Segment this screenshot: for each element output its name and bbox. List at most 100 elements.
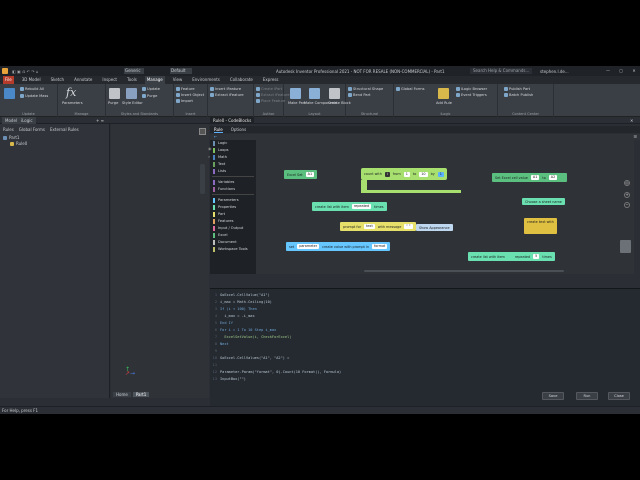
category-text[interactable]: Text (213, 161, 225, 167)
quick-access-select[interactable]: Generic (124, 68, 144, 74)
block-create-text-with[interactable]: create text with (524, 218, 557, 234)
set-param-name[interactable]: parameter (297, 244, 320, 249)
help-search-input[interactable]: Search Help & Commands... (470, 68, 532, 74)
styles-update-button[interactable]: Update (142, 87, 160, 91)
category-variables[interactable]: Variables (213, 179, 234, 185)
prompt-text-input[interactable]: text (364, 224, 375, 229)
update-mass-button[interactable]: Update Mass (20, 94, 48, 98)
style-editor-button[interactable]: Style Editor (122, 101, 143, 105)
editor-close-icon[interactable]: ✕ (630, 118, 633, 123)
block-count-with[interactable]: count with i from 1 to 10 by 1 (361, 168, 447, 180)
viewport-tab-home[interactable]: Home (113, 392, 131, 397)
ribbon-tab-express[interactable]: Express (261, 76, 281, 84)
event-triggers-button[interactable]: Event Triggers (456, 93, 487, 97)
user-name[interactable]: stephen.l.de... (540, 69, 569, 74)
add-rule-icon[interactable] (438, 88, 449, 99)
set-param-format[interactable]: format (372, 244, 388, 249)
purge-button[interactable]: Purge (108, 101, 118, 105)
create-ipart-button[interactable]: Create iPart (256, 87, 282, 91)
close-button[interactable]: Close (608, 392, 630, 400)
app-logo-icon[interactable] (2, 68, 8, 74)
category-logic[interactable]: Logic (213, 140, 227, 146)
window-controls-icon[interactable]: — ▢ ✕ (606, 68, 640, 73)
block-create-list-2[interactable]: create list with item repeated 5 times (468, 252, 555, 261)
browser-item-part[interactable]: Part1 (3, 135, 19, 140)
ribbon-tab-sketch[interactable]: Sketch (49, 76, 66, 84)
editor-tab-options[interactable]: Options (231, 126, 246, 133)
block-set-excel-cell[interactable]: Set Excel cell value A1 to A2 (492, 173, 568, 182)
by-value[interactable]: 1 (437, 171, 444, 177)
category-math[interactable]: Math (213, 154, 227, 160)
generated-code-panel[interactable]: 1 GoExcel.CellValue("A1") 2 i_max = Math.C… (210, 288, 640, 406)
rule-tree-icon[interactable]: ◉ (208, 146, 212, 151)
category-excel[interactable]: Excel (213, 232, 228, 238)
blocks-workspace[interactable]: Excel Set A1 count with i from 1 to 10 by 1 Set … (256, 140, 634, 274)
fx-icon[interactable]: fx (66, 86, 76, 99)
ribbon-tab-collaborate[interactable]: Collaborate (228, 76, 255, 84)
save-button[interactable]: Save (542, 392, 564, 400)
appearance-select[interactable]: Default (170, 68, 192, 74)
insert-feature-button[interactable]: Feature (176, 87, 195, 91)
style-editor-icon[interactable] (126, 88, 137, 99)
extract-ifeature-button[interactable]: Extract iFeature (210, 93, 244, 97)
make-components-icon[interactable] (309, 88, 320, 99)
ribbon-tab-annotate[interactable]: Annotate (72, 76, 94, 84)
browser-nav-rules[interactable]: Rules (3, 127, 14, 132)
browser-nav-external-rules[interactable]: External Rules (50, 127, 79, 132)
quick-access-toolbar-icon[interactable]: ◧ ▣ ⎌ ↶ ↷ ⌂ (12, 69, 38, 74)
to-value[interactable]: 10 (419, 171, 428, 177)
category-features[interactable]: Features (213, 218, 233, 224)
viewport-tab-part1[interactable]: Part1 (132, 392, 150, 397)
ribbon-tab-manage[interactable]: Manage (144, 76, 165, 84)
place-feature-button[interactable]: Place Feature (256, 99, 285, 103)
zoom-out-icon[interactable]: − (624, 202, 630, 208)
block-excel-set-cell[interactable]: A1 (305, 172, 315, 177)
update-icon[interactable] (4, 88, 15, 99)
create-list-1-repeated[interactable]: repeated (351, 204, 372, 209)
block-excel-set[interactable]: Excel Set A1 (284, 170, 318, 179)
insert-ifeature-button[interactable]: Insert iFeature (210, 87, 241, 91)
ribbon-tab-environments[interactable]: Environments (190, 76, 222, 84)
zoom-in-icon[interactable]: + (624, 192, 630, 198)
ribbon-tab-3d-model[interactable]: 3D Model (20, 76, 43, 84)
category-lists[interactable]: Lists (213, 168, 226, 174)
graphics-viewport[interactable]: ↑ ↗→ Home Part1 (111, 124, 209, 398)
from-value[interactable]: 1 (403, 171, 410, 177)
batch-publish-button[interactable]: Batch Publish (504, 93, 533, 97)
ribbon-tab-inspect[interactable]: Inspect (100, 76, 119, 84)
browser-add-icon[interactable]: + ≡ (96, 118, 104, 123)
set-excel-cell-ref[interactable]: A1 (530, 175, 540, 180)
navigation-bar[interactable] (200, 164, 205, 194)
publish-part-button[interactable]: Publish Part (504, 87, 530, 91)
viewcube-icon[interactable] (199, 128, 206, 135)
insert-object-button[interactable]: Insert Object (176, 93, 204, 97)
browser-nav-global-forms[interactable]: Global Forms (19, 127, 45, 132)
ribbon-tab-file[interactable]: File (3, 76, 14, 84)
category-part[interactable]: Part (213, 211, 225, 217)
rebuild-all-button[interactable]: Rebuild All (20, 87, 44, 91)
browser-item-rule[interactable]: Rule0 (10, 141, 27, 146)
category-input-output[interactable]: Input / Output (213, 225, 243, 231)
editor-tab-rule[interactable]: Rule (214, 126, 223, 133)
set-excel-cell-value[interactable]: A2 (548, 175, 558, 180)
bend-part-button[interactable]: Bend Part (348, 93, 370, 97)
add-rule-button[interactable]: Add Rule (436, 101, 452, 105)
category-parameters[interactable]: Parameters (213, 197, 239, 203)
trash-icon[interactable] (620, 240, 631, 253)
category-loops[interactable]: Loops (213, 147, 229, 153)
ribbon-tab-view[interactable]: View (171, 76, 185, 84)
ribbon-tab-tools[interactable]: Tools (125, 76, 139, 84)
purge-icon[interactable] (109, 88, 120, 99)
category-functions[interactable]: Functions (213, 186, 235, 192)
parameters-button[interactable]: Parameters (62, 101, 83, 105)
workspace-scrollbar[interactable] (364, 270, 564, 272)
structural-shape-button[interactable]: Structural Shape (348, 87, 383, 91)
create-block-icon[interactable] (329, 88, 340, 99)
ilogic-browser-button[interactable]: iLogic Browser (456, 87, 487, 91)
block-prompt-for[interactable]: prompt for text with message " " (340, 222, 416, 231)
block-set-parameter[interactable]: set parameter create value with prompt in f… (286, 242, 391, 251)
styles-purge-button[interactable]: Purge (142, 94, 157, 98)
count-var[interactable]: i (384, 171, 390, 177)
import-button[interactable]: Import (176, 99, 193, 103)
block-create-list-1[interactable]: create list with item repeated times (312, 202, 387, 211)
